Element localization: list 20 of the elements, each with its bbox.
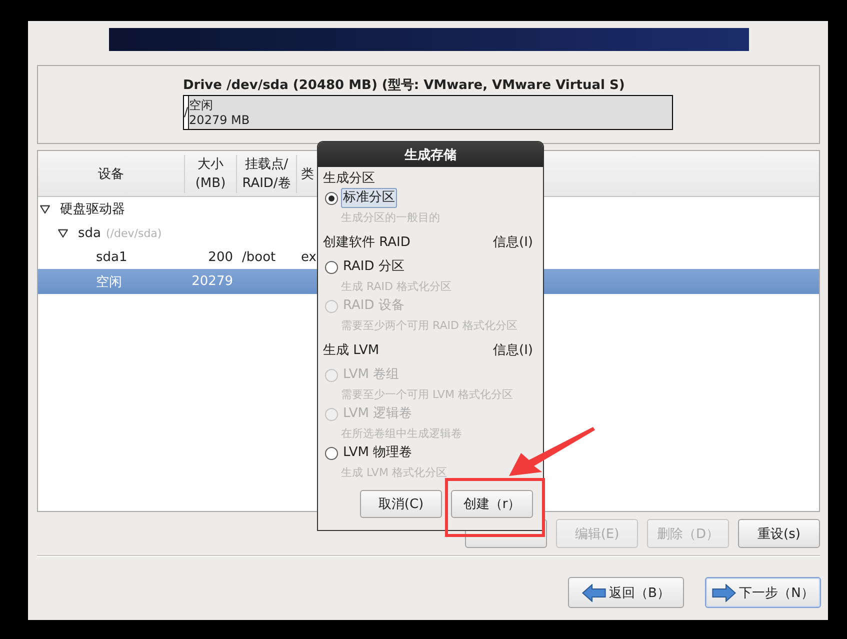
option-description: 需要至少两个可用 RAID 格式化分区 (341, 319, 518, 332)
device-path: (/dev/sda) (106, 226, 162, 240)
segment-size: 20279 MB (189, 112, 250, 128)
option-description: 生成分区的一般目的 (341, 211, 440, 224)
option-description: 生成 LVM 格式化分区 (341, 466, 447, 479)
option-description: 需要至少一个可用 LVM 格式化分区 (341, 388, 513, 401)
drive-title: Drive /dev/sda (20480 MB) (型号: VMware, VMware Virtual S) (183, 77, 625, 94)
size-cell-text: 200 (207, 250, 234, 264)
type-cell: ex (301, 250, 316, 264)
mount-point-cell-text: /boot (241, 250, 276, 264)
segment-label: 空闲 (189, 98, 214, 112)
option-description: 生成 RAID 格式化分区 (341, 280, 452, 293)
size-cell-text: 20279 (190, 274, 234, 289)
device-name: 空闲 (96, 274, 122, 290)
dialog-title: 生成存储 (318, 142, 543, 167)
section-title: 创建软件 RAID (323, 234, 410, 251)
section-title: 生成分区 (323, 170, 375, 187)
segment-label: / (184, 105, 188, 120)
section-title: 生成 LVM (323, 342, 380, 359)
option-description: 在所选卷组中生成逻辑卷 (341, 427, 462, 440)
